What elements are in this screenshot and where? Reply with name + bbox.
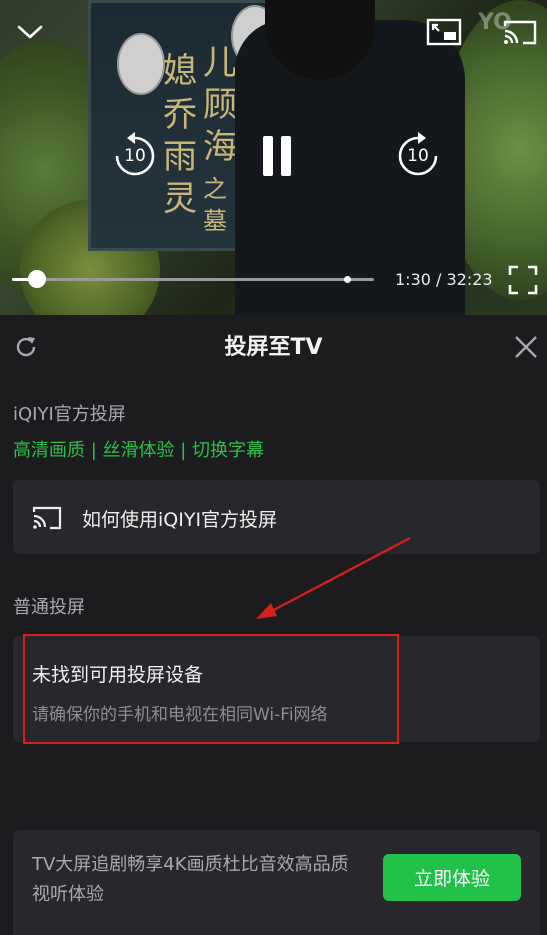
pip-icon — [426, 18, 462, 46]
stone-char: 海 — [203, 127, 237, 167]
normal-cast-section-label: 普通投屏 — [13, 597, 85, 618]
fullscreen-button[interactable] — [505, 262, 541, 298]
stone-char: 顾 — [203, 85, 237, 125]
forward-label: 10 — [407, 146, 429, 166]
stone-char: 乔 — [163, 95, 197, 135]
try-now-button[interactable]: 立即体验 — [383, 854, 521, 901]
panel-title: 投屏至TV — [224, 335, 323, 360]
fullscreen-icon — [508, 265, 538, 295]
portrait-photo — [117, 33, 165, 95]
cast-screen-icon — [32, 506, 62, 530]
close-icon — [515, 336, 537, 358]
stone-char: 媳 — [163, 51, 197, 91]
official-cast-features: 高清画质 | 丝滑体验 | 切换字幕 — [13, 440, 265, 461]
cast-panel-header: 投屏至TV — [0, 315, 547, 379]
progress-track[interactable] — [12, 278, 374, 281]
stone-char: 灵 — [163, 179, 197, 219]
time-readout: 1:30 / 32:23 — [395, 270, 493, 289]
stone-char: 雨 — [163, 137, 197, 177]
cast-icon — [503, 20, 537, 45]
close-button[interactable] — [510, 331, 542, 363]
progress-marker — [344, 276, 351, 283]
cast-button[interactable] — [500, 14, 540, 50]
pause-button[interactable] — [254, 130, 300, 182]
pause-icon — [263, 136, 291, 176]
pip-button[interactable] — [424, 14, 464, 50]
official-cast-help-card[interactable]: 如何使用iQIYI官方投屏 — [13, 480, 540, 554]
video-player[interactable]: 儿 媳 顾 乔 海 雨 灵 之 墓 YO 10 10 1:30 / 32:23 — [0, 0, 547, 315]
forward-10-button[interactable]: 10 — [393, 128, 443, 182]
official-cast-help-label: 如何使用iQIYI官方投屏 — [82, 509, 278, 531]
official-cast-section-label: iQIYI官方投屏 — [13, 404, 126, 425]
stone-char: 墓 — [203, 207, 227, 235]
rewind-10-button[interactable]: 10 — [110, 128, 160, 182]
rewind-label: 10 — [124, 146, 146, 166]
chevron-down-icon — [17, 25, 43, 39]
tv-promo-banner: TV大屏追剧畅享4K画质杜比音效高品质视听体验 立即体验 — [13, 830, 540, 935]
collapse-button[interactable] — [12, 14, 48, 50]
annotation-highlight-box — [23, 634, 399, 744]
promo-text: TV大屏追剧畅享4K画质杜比音效高品质视听体验 — [32, 854, 349, 905]
stone-char: 儿 — [203, 43, 237, 83]
